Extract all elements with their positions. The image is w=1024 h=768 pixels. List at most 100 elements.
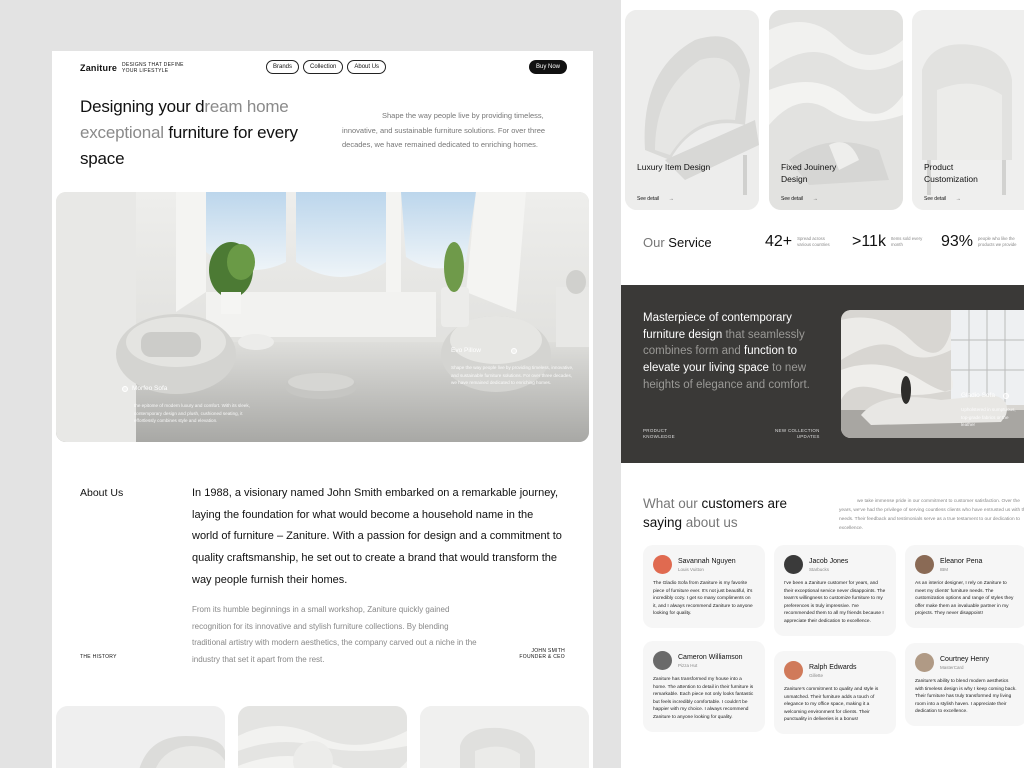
product-name-morfeo: Morfeo Sofa xyxy=(132,385,168,392)
customers-heading-part1: What our xyxy=(643,496,702,511)
reviewer-info: Jacob Jones Starbucks xyxy=(809,558,848,572)
review-card: Ralph Edwards Gillette Zaniture's commitm… xyxy=(774,651,896,734)
arrow-right-icon: → xyxy=(812,196,818,202)
reviewer-company: MasterCard xyxy=(940,664,964,670)
hero-title: Designing your dream home exceptional fu… xyxy=(80,94,320,172)
review-text: The Gladio Sofa from Zaniture is my favo… xyxy=(653,581,753,617)
review-header: Ralph Edwards Gillette xyxy=(784,661,886,680)
reviewer-info: Savannah Nguyen Louis Vuitton xyxy=(678,558,736,572)
feature-title: Masterpiece of contemporary furniture de… xyxy=(643,310,828,394)
nav-brands[interactable]: Brands xyxy=(266,60,300,74)
review-header: Eleanor Pena IBM xyxy=(915,555,1017,574)
brand-logo[interactable]: Zaniture xyxy=(80,63,117,73)
avatar xyxy=(915,555,934,574)
stat-label: Items sold every month xyxy=(890,235,923,248)
reviewer-company: Pizza Hut xyxy=(678,662,698,668)
see-detail-link[interactable]: See detail → xyxy=(924,196,961,202)
founder-signature: JOHN SMITH FOUNDER & CEO xyxy=(492,648,565,660)
reviewer-info: Cameron Williamson Pizza Hut xyxy=(678,654,743,668)
reviewer-name: Cameron Williamson xyxy=(678,653,743,661)
reviewer-name: Savannah Nguyen xyxy=(678,557,736,565)
product-knowledge-line2: KNOWLEDGE xyxy=(643,433,675,439)
nav-about-us[interactable]: About Us xyxy=(347,60,387,74)
review-card: Courtney Henry MasterCard Zaniture's abil… xyxy=(905,643,1024,726)
product-tag-morfeo[interactable]: Morfeo Sofa xyxy=(122,385,167,392)
stat-countries: 42+ Spread across various countries xyxy=(765,233,837,251)
review-text: Zaniture's ability to blend modern aesth… xyxy=(915,679,1017,715)
service-card-customization[interactable]: Product Customization See detail → xyxy=(912,10,1024,210)
review-card: Eleanor Pena IBM As an interior designer,… xyxy=(905,545,1024,628)
new-collection-line1: NEW COLLECTION xyxy=(775,428,820,433)
about-heading: About Us xyxy=(80,487,124,499)
card-title: Product Customization xyxy=(924,162,978,184)
nav-collection[interactable]: Collection xyxy=(303,60,344,74)
stat-value: 93% xyxy=(941,233,974,250)
avatar xyxy=(915,653,934,672)
about-main-text: In 1988, a visionary named John Smith em… xyxy=(192,487,562,586)
chair-image xyxy=(56,706,225,768)
collection-thumbnails xyxy=(56,706,589,768)
feature-section: Masterpiece of contemporary furniture de… xyxy=(621,285,1024,463)
top-nav: Brands Collection About Us xyxy=(266,60,387,74)
product-desc-evo: Shape the way people live by providing t… xyxy=(451,365,574,385)
avatar xyxy=(653,555,672,574)
reviewer-name: Eleanor Pena xyxy=(940,557,983,565)
history-label: THE HISTORY xyxy=(80,654,117,660)
reviewer-company: Louis Vuitton xyxy=(678,566,704,572)
stat-value: >11k xyxy=(852,233,886,250)
review-card: Cameron Williamson Pizza Hut Zaniture has… xyxy=(643,641,765,732)
reviewer-name: Jacob Jones xyxy=(809,557,849,565)
card-title: Fixed Jouinery Design xyxy=(781,162,837,184)
buy-now-button[interactable]: Buy Now xyxy=(529,60,568,74)
review-card: Savannah Nguyen Louis Vuitton The Gladio … xyxy=(643,545,765,628)
service-card-luxury[interactable]: Luxury Item Design See detail → xyxy=(625,10,759,210)
new-collection-line2: UPDATES xyxy=(796,433,820,439)
landing-page-right: Luxury Item Design See detail → Fixed Jo… xyxy=(621,0,1024,768)
hotspot-dot-icon[interactable] xyxy=(1002,392,1009,399)
service-card-joinery[interactable]: Fixed Jouinery Design See detail → xyxy=(769,10,903,210)
thumbnail-wall-art[interactable] xyxy=(238,706,407,768)
wall-art-image xyxy=(238,706,407,768)
see-detail-label: See detail xyxy=(924,196,947,202)
see-detail-link[interactable]: See detail → xyxy=(781,196,818,202)
customers-heading-part3: about us xyxy=(682,515,738,530)
reviewer-company: Gillette xyxy=(809,672,824,678)
reviewer-company: Starbucks xyxy=(809,566,830,572)
review-header: Savannah Nguyen Louis Vuitton xyxy=(653,555,755,574)
product-knowledge-link[interactable]: PRODUCT KNOWLEDGE xyxy=(643,428,675,439)
stat-satisfaction: 93% people who like the products we provi… xyxy=(941,233,1018,251)
review-text: As an interior designer, I rely on Zanit… xyxy=(915,581,1014,617)
founder-role: FOUNDER & CEO xyxy=(519,654,565,660)
reviewer-info: Ralph Edwards Gillette xyxy=(809,664,856,678)
thumbnail-armchair[interactable] xyxy=(420,706,589,768)
service-heading-part1: Our xyxy=(643,235,669,250)
hero-title-part1: Designing your d xyxy=(80,97,205,116)
feature-image: Gladio Sofa Upholstered in sumptuous, to… xyxy=(841,310,1024,438)
product-tag-evo[interactable]: Evo Pillow xyxy=(451,347,517,354)
service-heading: Our Service xyxy=(643,235,712,250)
hero-description: Shape the way people live by providing t… xyxy=(342,111,546,149)
product-name-evo: Evo Pillow xyxy=(451,347,481,354)
new-collection-link[interactable]: NEW COLLECTION UPDATES xyxy=(775,428,820,439)
review-header: Courtney Henry MasterCard xyxy=(915,653,1017,672)
reviewer-name: Ralph Edwards xyxy=(809,663,857,671)
arrow-right-icon: → xyxy=(955,196,961,202)
review-text: Zaniture's commitment to quality and sty… xyxy=(784,687,879,723)
see-detail-link[interactable]: See detail → xyxy=(637,196,674,202)
product-tag-gladio[interactable]: Gladio Sofa xyxy=(961,392,1009,399)
hotspot-dot-icon[interactable] xyxy=(510,347,517,354)
hero-image: Morfeo Sofa the epitome of modern luxury… xyxy=(56,192,589,442)
stat-label: people who like the products we provide xyxy=(978,235,1017,248)
thumbnail-chair[interactable] xyxy=(56,706,225,768)
avatar xyxy=(653,651,672,670)
stat-items-sold: >11k Items sold every month xyxy=(852,233,931,251)
product-desc-gladio: Upholstered in sumptuous, top-grade fabr… xyxy=(961,407,1016,427)
avatar xyxy=(784,555,803,574)
landing-page-left: Zaniture DESIGNS THAT DEFINE YOUR LIFEST… xyxy=(52,51,593,768)
reviewer-company: IBM xyxy=(940,566,949,572)
see-detail-label: See detail xyxy=(637,196,660,202)
hotspot-dot-icon[interactable] xyxy=(122,385,128,392)
about-sub-text: From its humble beginnings in a small wo… xyxy=(192,605,477,664)
review-card: Jacob Jones Starbucks I've been a Zanitur… xyxy=(774,545,896,636)
stat-label: Spread across various countries xyxy=(797,235,830,248)
